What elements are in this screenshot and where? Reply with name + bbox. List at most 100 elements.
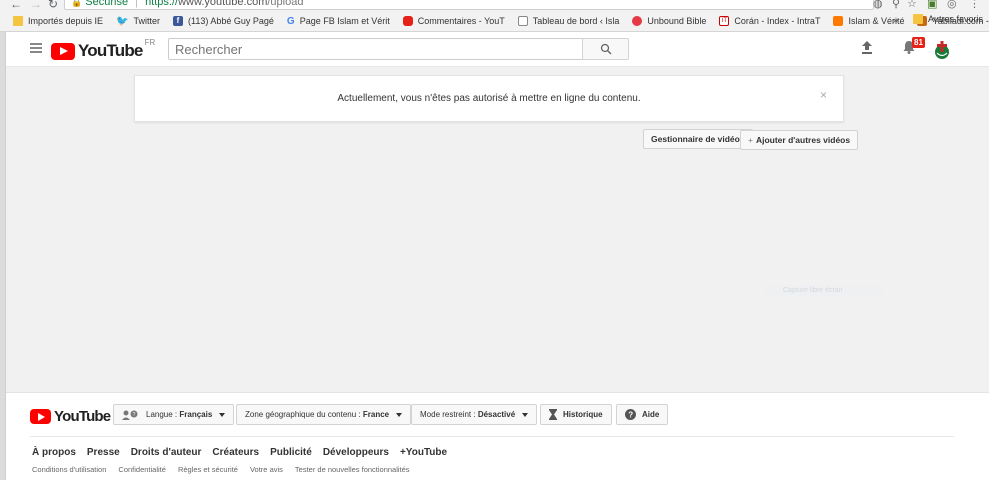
restricted-label: Mode restreint :: [420, 410, 476, 419]
arrow-left-icon[interactable]: ←: [10, 0, 22, 11]
url-field[interactable]: 🔒 Sécurisé | https://www.youtube.com/upl…: [64, 0, 874, 10]
bookmark-twitter[interactable]: 🐦 Twitter: [116, 16, 160, 27]
add-videos-label: Ajouter d'autres vidéos: [755, 135, 851, 145]
footer-link-copyright[interactable]: Droits d'auteur: [131, 447, 202, 458]
add-more-videos-button[interactable]: + Ajouter d'autres vidéos: [740, 130, 859, 150]
secure-label: Sécurisé: [85, 0, 129, 8]
footer-link-feedback[interactable]: Votre avis: [250, 465, 283, 474]
youtube-play-icon: [51, 42, 75, 60]
url-scheme: https://: [145, 0, 179, 8]
bookmark-coran[interactable]: IT Corán - Index - IntraT: [719, 16, 820, 26]
twitter-icon: 🐦: [116, 15, 129, 27]
footer-link-creators[interactable]: Créateurs: [212, 447, 259, 458]
guide-menu-icon[interactable]: [30, 43, 42, 53]
lock-icon: 🔒: [71, 0, 83, 7]
bookmark-label: Commentaires - YouT: [417, 16, 505, 26]
reload-icon[interactable]: ↻: [48, 0, 58, 11]
upload-disabled-alert: Actuellement, vous n'êtes pas autorisé à…: [134, 75, 844, 122]
language-label: Langue :: [146, 410, 178, 419]
restricted-value: Désactivé: [477, 410, 516, 419]
footer-link-advertise[interactable]: Publicité: [270, 447, 312, 458]
bookmark-label: Autres favoris: [928, 14, 984, 24]
bookmarks-more-button[interactable]: »: [893, 15, 898, 25]
extension-green-icon[interactable]: ▣: [927, 0, 937, 10]
restricted-mode-button[interactable]: Mode restreint : Désactivé: [411, 404, 538, 425]
page-right-gutter: [973, 67, 989, 392]
bookmark-label: Twitter: [133, 16, 161, 26]
menu-dots-icon[interactable]: ⋮: [969, 0, 980, 10]
bookmark-label: Importés depuis IE: [28, 16, 104, 26]
search-input[interactable]: [168, 38, 583, 60]
coran-icon: IT: [719, 16, 730, 26]
history-button[interactable]: Historique: [540, 404, 612, 425]
browser-address-bar: ← → ↻ 🔒 Sécurisé | https://www.youtube.c…: [0, 0, 989, 11]
folder-icon: [913, 14, 923, 24]
url-path: /upload: [267, 0, 304, 8]
notification-count-badge: 81: [912, 37, 925, 48]
chevron-down-icon: [219, 412, 226, 417]
faint-overlay-label: Capture libre écran: [765, 285, 884, 296]
bookmark-abbe-guy-page[interactable]: f (113) Abbé Guy Pagé: [173, 16, 274, 26]
video-manager-button[interactable]: Gestionnaire de vidéos: [643, 129, 753, 149]
country-code: FR: [144, 38, 156, 47]
content-location-picker-button[interactable]: Zone géographique du contenu : France: [236, 404, 412, 425]
extension-grey-icon[interactable]: ◎: [947, 0, 957, 10]
help-icon: ?: [625, 409, 636, 420]
google-icon: G: [286, 15, 295, 27]
bookmark-label: Tableau de bord ‹ Isla: [532, 16, 620, 26]
footer-link-policy-safety[interactable]: Règles et sécurité: [178, 465, 238, 474]
account-avatar-icon: [935, 41, 949, 59]
plus-icon: +: [748, 135, 753, 145]
youtube-icon: [402, 16, 413, 26]
footer-divider: [30, 436, 954, 437]
youtube-logo[interactable]: YouTube FR: [51, 38, 156, 61]
footer-link-press[interactable]: Presse: [87, 447, 120, 458]
help-label: Aide: [642, 410, 660, 419]
page-footer: YouTube ? Langue : Français Zone géograp…: [6, 392, 989, 480]
bookmark-label: (113) Abbé Guy Pagé: [188, 16, 274, 26]
url-host: www.youtube.com: [178, 0, 268, 8]
zoom-icon[interactable]: ⚲: [892, 0, 900, 10]
hourglass-icon: [549, 409, 557, 420]
bookmark-page-fb[interactable]: G Page FB Islam et Vérit: [287, 16, 390, 27]
footer-link-privacy[interactable]: Confidentialité: [118, 465, 166, 474]
language-icon: ?: [122, 410, 138, 420]
youtube-play-icon: [30, 409, 51, 424]
logo-text: YouTube: [78, 41, 143, 60]
bookmark-unbound-bible[interactable]: Unbound Bible: [632, 16, 706, 26]
star-icon[interactable]: ☆: [907, 0, 917, 10]
search-button[interactable]: [582, 38, 629, 60]
chevron-down-icon: [522, 412, 529, 417]
unbound-bible-icon: [632, 16, 643, 26]
svg-text:?: ?: [628, 411, 633, 420]
facebook-icon: f: [173, 16, 184, 26]
footer-youtube-logo[interactable]: YouTube: [30, 408, 111, 425]
footer-link-plus-youtube[interactable]: +YouTube: [400, 447, 447, 458]
upload-button[interactable]: [861, 41, 873, 57]
logo-text: YouTube: [54, 408, 111, 425]
extension-icon[interactable]: ◍: [873, 0, 883, 10]
youtube-masthead: YouTube FR 81: [6, 32, 989, 67]
upload-icon: [862, 41, 872, 54]
zone-label: Zone géographique du contenu :: [245, 410, 361, 419]
language-picker-button[interactable]: ? Langue : Français: [113, 404, 235, 425]
url-separator: |: [135, 0, 138, 8]
footer-secondary-links: Conditions d'utilisation Confidentialité…: [32, 465, 422, 474]
help-button[interactable]: ? Aide: [616, 404, 669, 425]
footer-link-test-features[interactable]: Tester de nouvelles fonctionnalités: [295, 465, 410, 474]
bookmark-other-favorites[interactable]: Autres favoris: [913, 14, 983, 24]
footer-link-developers[interactable]: Développeurs: [323, 447, 389, 458]
footer-link-about[interactable]: À propos: [32, 447, 76, 458]
bookmark-label: Page FB Islam et Vérit: [299, 16, 390, 26]
zone-value: France: [362, 410, 390, 419]
close-icon[interactable]: ×: [820, 88, 827, 102]
bookmark-label: Corán - Index - IntraT: [734, 16, 821, 26]
arrow-right-icon[interactable]: →: [30, 0, 42, 11]
footer-link-terms[interactable]: Conditions d'utilisation: [32, 465, 106, 474]
bookmark-tableau-de-bord[interactable]: Tableau de bord ‹ Isla: [517, 16, 620, 26]
language-value: Français: [179, 410, 213, 419]
bookmark-commentaires[interactable]: Commentaires - YouT: [402, 16, 505, 26]
avatar[interactable]: [934, 40, 950, 60]
bookmark-imported-ie[interactable]: Importés depuis IE: [13, 16, 103, 26]
alert-message: Actuellement, vous n'êtes pas autorisé à…: [337, 93, 641, 104]
